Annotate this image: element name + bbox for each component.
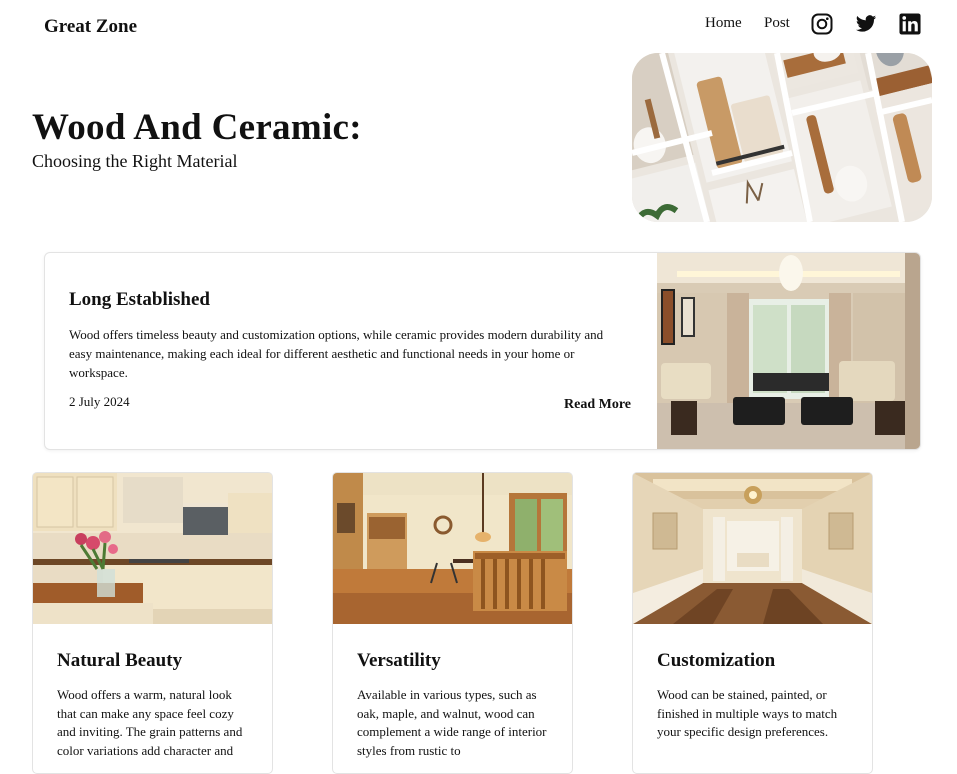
linkedin-icon[interactable] — [899, 13, 921, 35]
nav-link-post[interactable]: Post — [764, 15, 790, 32]
post-card[interactable]: Natural Beauty Wood offers a warm, natur… — [32, 472, 273, 774]
hallway-image — [633, 473, 872, 624]
hero-title: Wood And Ceramic: — [32, 107, 362, 148]
featured-post-date: 2 July 2024 — [69, 394, 130, 409]
card-excerpt: Available in various types, such as oak,… — [357, 687, 547, 758]
post-card[interactable]: Customization Wood can be stained, paint… — [632, 472, 873, 774]
featured-post-title[interactable]: Long Established — [69, 289, 210, 311]
brand-logo[interactable]: Great Zone — [44, 16, 137, 38]
featured-post-card[interactable]: Long Established Wood offers timeless be… — [44, 252, 921, 450]
card-title[interactable]: Customization — [657, 650, 775, 672]
hero-collage-image — [632, 53, 932, 222]
dining-room-image — [333, 473, 572, 624]
post-card[interactable]: Versatility Available in various types, … — [332, 472, 573, 774]
card-title[interactable]: Natural Beauty — [57, 650, 182, 672]
card-title[interactable]: Versatility — [357, 650, 441, 672]
top-navbar: Great Zone Home Post — [0, 0, 957, 52]
featured-post-excerpt: Wood offers timeless beauty and customiz… — [69, 327, 604, 380]
living-room-image — [657, 253, 920, 449]
card-excerpt: Wood can be stained, painted, or finishe… — [657, 687, 838, 739]
twitter-icon[interactable] — [855, 13, 877, 35]
hero-subtitle: Choosing the Right Material — [32, 151, 238, 171]
instagram-icon[interactable] — [811, 13, 833, 35]
kitchen-image — [33, 473, 272, 624]
read-more-link[interactable]: Read More — [564, 397, 631, 413]
nav-link-home[interactable]: Home — [705, 15, 742, 32]
card-excerpt: Wood offers a warm, natural look that ca… — [57, 687, 243, 758]
